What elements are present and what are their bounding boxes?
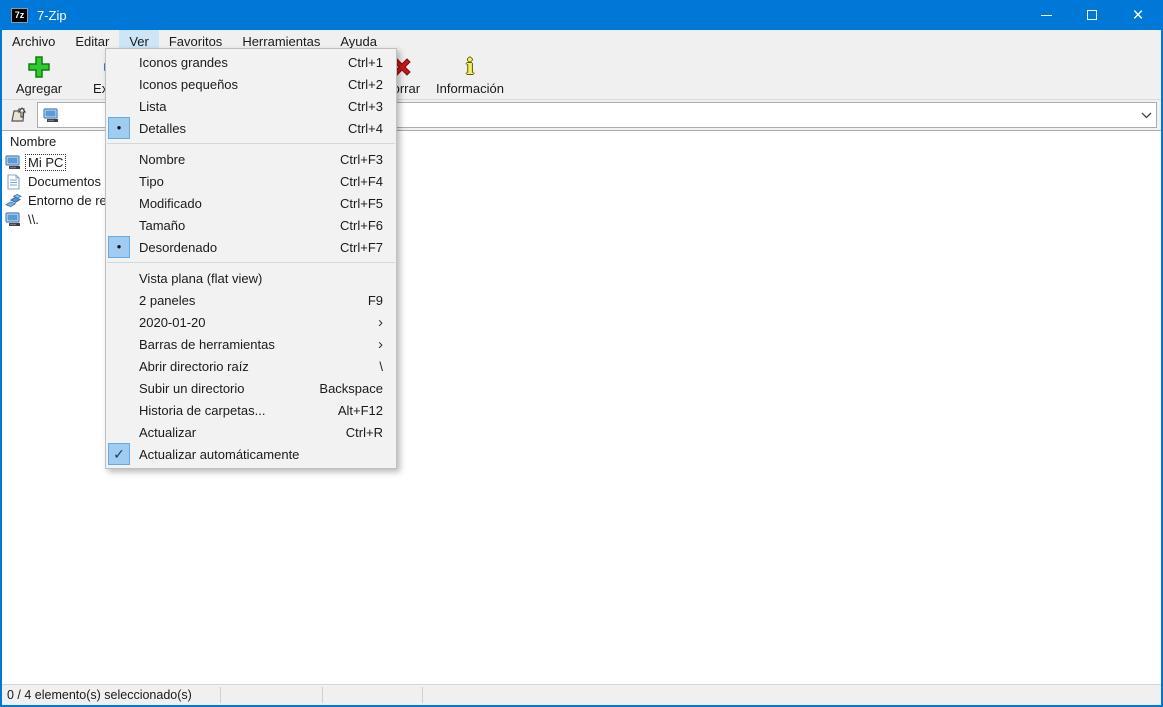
menu-item-barras-de-herramientas[interactable]: Barras de herramientas › (106, 333, 396, 355)
menu-item-label: 2 paneles (139, 292, 196, 308)
computer-icon (43, 107, 60, 123)
menu-item-historia-de-carpetas[interactable]: Historia de carpetas... Alt+F12 (106, 399, 396, 421)
radio-selected-icon: ● (108, 117, 130, 139)
menu-item-label: Historia de carpetas... (139, 402, 266, 418)
menu-item-modificado[interactable]: Modificado Ctrl+F5 (106, 192, 396, 214)
menu-separator (107, 262, 395, 263)
menu-item-label: Abrir directorio raíz (139, 358, 249, 374)
menu-item-label: Desordenado (139, 239, 218, 255)
folder-up-icon (9, 104, 29, 127)
7zip-window: 7z 7-Zip × Archivo Editar Ver Favoritos Herr… (0, 0, 1163, 707)
menubar-item-archivo[interactable]: Archivo (2, 30, 65, 52)
computer-icon (5, 155, 22, 170)
toolbar-button-add[interactable]: Agregar (10, 54, 68, 98)
document-icon (5, 173, 22, 190)
statusbar-divider (322, 687, 323, 703)
statusbar: 0 / 4 elemento(s) seleccionado(s) (2, 684, 1161, 705)
menu-item-iconos-peque-os[interactable]: Iconos pequeños Ctrl+2 (106, 73, 396, 95)
maximize-button[interactable] (1069, 0, 1115, 30)
close-icon: × (1132, 4, 1144, 26)
statusbar-divider (220, 687, 221, 703)
menu-item-shortcut: Backspace (319, 380, 383, 396)
list-item-label: Entorno de red (28, 193, 115, 208)
minimize-button[interactable] (1023, 0, 1069, 30)
menu-item-subir-un-directorio[interactable]: Subir un directorio Backspace (106, 377, 396, 399)
menu-item-desordenado[interactable]: ● Desordenado Ctrl+F7 (106, 236, 396, 258)
menu-item-tama-o[interactable]: Tamaño Ctrl+F6 (106, 214, 396, 236)
menu-item-label: Lista (139, 98, 167, 114)
selection-status: 0 / 4 elemento(s) seleccionado(s) (7, 688, 192, 702)
menu-item-shortcut: Ctrl+F6 (340, 217, 383, 233)
menu-item-shortcut: Ctrl+F4 (340, 173, 383, 189)
menu-item-label: Subir un directorio (139, 380, 245, 396)
menu-item-label: 2020-01-20 (139, 314, 206, 330)
menu-item-shortcut: Ctrl+F7 (340, 239, 383, 255)
radio-selected-icon: ● (108, 236, 130, 258)
menu-item-actualizar[interactable]: Actualizar Ctrl+R (106, 421, 396, 443)
menu-item-tipo[interactable]: Tipo Ctrl+F4 (106, 170, 396, 192)
menu-item-shortcut: Ctrl+F5 (340, 195, 383, 211)
list-item-label: Mi PC (24, 154, 67, 171)
network-icon (5, 193, 22, 208)
menu-item-shortcut: F9 (367, 292, 383, 308)
add-icon (26, 54, 52, 80)
submenu-arrow-icon: › (378, 313, 383, 331)
statusbar-divider (422, 687, 423, 703)
menu-item-abrir-directorio-ra-z[interactable]: Abrir directorio raíz \ (106, 355, 396, 377)
menu-item-label: Nombre (139, 151, 186, 167)
computer-icon (5, 212, 22, 227)
menu-item-detalles[interactable]: ● Detalles Ctrl+4 (106, 117, 396, 139)
menu-item-vista-plana-flat-view[interactable]: Vista plana (flat view) (106, 267, 396, 289)
toolbar-button-label: Agregar (15, 81, 63, 96)
submenu-arrow-icon: › (378, 335, 383, 353)
list-item-label: \\. (28, 212, 39, 227)
menu-item-shortcut: Alt+F12 (337, 402, 383, 418)
menu-item-label: Iconos pequeños (139, 76, 239, 92)
address-dropdown-button[interactable] (1136, 112, 1156, 119)
view-menu-dropdown: Iconos grandes Ctrl+1 Iconos pequeños Ctrl+… (105, 48, 397, 469)
close-button[interactable]: × (1115, 0, 1161, 30)
menu-item-label: Actualizar (139, 424, 197, 440)
titlebar[interactable]: 7z 7-Zip × (2, 0, 1161, 30)
checkmark-icon: ✓ (108, 443, 130, 465)
menu-item-shortcut: Ctrl+F3 (340, 151, 383, 167)
menu-item-2020-01-20[interactable]: 2020-01-20 › (106, 311, 396, 333)
menu-item-label: Tipo (139, 173, 164, 189)
menu-item-label: Barras de herramientas (139, 336, 275, 352)
menu-item-shortcut: Ctrl+1 (347, 54, 383, 70)
menu-item-label: Modificado (139, 195, 202, 211)
chevron-down-icon (1141, 112, 1151, 118)
toolbar-button-info[interactable]: i Información (426, 54, 514, 98)
menu-item-shortcut: Ctrl+4 (347, 120, 383, 136)
menu-item-label: Iconos grandes (139, 54, 228, 70)
menu-item-iconos-grandes[interactable]: Iconos grandes Ctrl+1 (106, 51, 396, 73)
menu-item-nombre[interactable]: Nombre Ctrl+F3 (106, 148, 396, 170)
up-directory-button[interactable] (5, 102, 33, 128)
toolbar-button-label: Información (436, 81, 504, 96)
menu-item-label: Tamaño (139, 217, 186, 233)
minimize-icon (1040, 14, 1052, 16)
menu-separator (107, 143, 395, 144)
info-icon: i (466, 54, 474, 79)
list-item-label: Documentos (28, 174, 101, 189)
menu-item-shortcut: Ctrl+2 (347, 76, 383, 92)
menu-item-label: Actualizar automáticamente (139, 446, 300, 462)
menu-item-lista[interactable]: Lista Ctrl+3 (106, 95, 396, 117)
menu-item-actualizar-autom-ticamente[interactable]: ✓ Actualizar automáticamente (106, 443, 396, 465)
maximize-icon (1087, 10, 1097, 20)
7zip-app-icon: 7z (11, 7, 28, 23)
window-controls: × (1023, 0, 1161, 30)
menu-item-label: Detalles (139, 120, 186, 136)
window-title: 7-Zip (37, 7, 67, 23)
menu-item-shortcut: \ (379, 358, 383, 374)
menu-item-shortcut: Ctrl+3 (347, 98, 383, 114)
menu-item-2-paneles[interactable]: 2 paneles F9 (106, 289, 396, 311)
menu-item-shortcut: Ctrl+R (345, 424, 383, 440)
menu-item-label: Vista plana (flat view) (139, 270, 263, 286)
